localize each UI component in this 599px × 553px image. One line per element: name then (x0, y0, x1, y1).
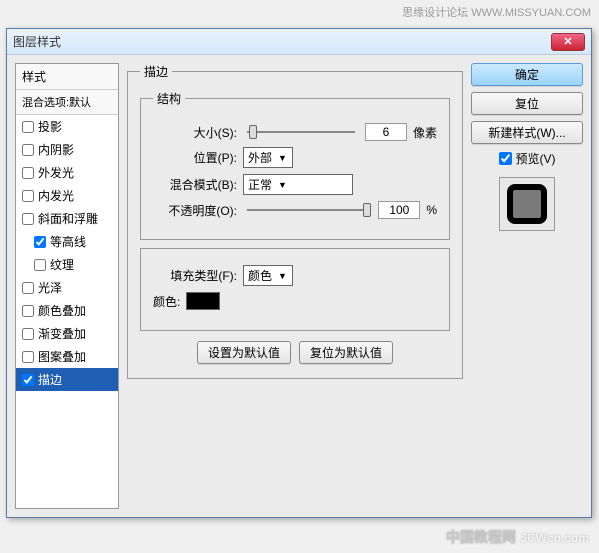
styles-header[interactable]: 样式 (16, 64, 118, 90)
style-item-11[interactable]: 描边 (16, 368, 118, 391)
set-default-button[interactable]: 设置为默认值 (197, 341, 291, 364)
cancel-button[interactable]: 复位 (471, 92, 583, 115)
color-label: 颜色: (153, 293, 180, 310)
style-item-5[interactable]: 等高线 (16, 230, 118, 253)
stroke-fieldset: 描边 结构 大小(S): 像素 位置(P): 外部 ▼ (127, 63, 463, 379)
style-item-label: 颜色叠加 (38, 302, 86, 319)
position-value: 外部 (248, 149, 272, 166)
preview-box (499, 177, 555, 231)
style-item-6[interactable]: 纹理 (16, 253, 118, 276)
stroke-legend: 描边 (140, 63, 172, 80)
blend-options-header[interactable]: 混合选项:默认 (16, 90, 118, 115)
watermark-bottom: 中国教程网 JCWcn.com (446, 527, 589, 547)
style-item-label: 投影 (38, 118, 62, 135)
style-checkbox[interactable] (34, 236, 46, 248)
style-item-4[interactable]: 斜面和浮雕 (16, 207, 118, 230)
style-item-3[interactable]: 内发光 (16, 184, 118, 207)
color-swatch[interactable] (186, 292, 220, 310)
dialog-title: 图层样式 (13, 33, 551, 50)
fill-fieldset: 填充类型(F): 颜色 ▼ 颜色: (140, 248, 450, 331)
preview-thumbnail (507, 184, 547, 224)
style-checkbox[interactable] (34, 259, 46, 271)
structure-legend: 结构 (153, 90, 185, 107)
style-item-label: 光泽 (38, 279, 62, 296)
structure-fieldset: 结构 大小(S): 像素 位置(P): 外部 ▼ (140, 90, 450, 240)
preview-label: 预览(V) (516, 150, 556, 167)
styles-panel: 样式 混合选项:默认 投影内阴影外发光内发光斜面和浮雕等高线纹理光泽颜色叠加渐变… (15, 63, 119, 509)
style-item-label: 纹理 (50, 256, 74, 273)
preview-checkbox[interactable] (499, 152, 512, 165)
style-item-1[interactable]: 内阴影 (16, 138, 118, 161)
style-checkbox[interactable] (22, 190, 34, 202)
style-checkbox[interactable] (22, 351, 34, 363)
style-item-label: 内阴影 (38, 141, 74, 158)
style-checkbox[interactable] (22, 282, 34, 294)
style-item-10[interactable]: 图案叠加 (16, 345, 118, 368)
opacity-slider[interactable] (247, 209, 368, 211)
style-checkbox[interactable] (22, 121, 34, 133)
size-unit: 像素 (413, 124, 437, 141)
style-item-label: 图案叠加 (38, 348, 86, 365)
blend-value: 正常 (248, 176, 272, 193)
size-label: 大小(S): (153, 124, 237, 141)
chevron-down-icon: ▼ (278, 180, 287, 190)
opacity-label: 不透明度(O): (153, 202, 237, 219)
styles-list: 投影内阴影外发光内发光斜面和浮雕等高线纹理光泽颜色叠加渐变叠加图案叠加描边 (16, 115, 118, 508)
reset-default-button[interactable]: 复位为默认值 (299, 341, 393, 364)
fill-type-label: 填充类型(F): (153, 267, 237, 284)
blend-label: 混合模式(B): (153, 176, 237, 193)
chevron-down-icon: ▼ (278, 153, 287, 163)
chevron-down-icon: ▼ (278, 271, 287, 281)
style-item-label: 渐变叠加 (38, 325, 86, 342)
titlebar[interactable]: 图层样式 ✕ (7, 29, 591, 55)
main-panel: 描边 结构 大小(S): 像素 位置(P): 外部 ▼ (127, 63, 463, 509)
size-slider[interactable] (247, 131, 355, 133)
style-item-label: 内发光 (38, 187, 74, 204)
style-item-label: 等高线 (50, 233, 86, 250)
opacity-input[interactable] (378, 201, 420, 219)
style-checkbox[interactable] (22, 328, 34, 340)
fill-type-value: 颜色 (248, 267, 272, 284)
new-style-button[interactable]: 新建样式(W)... (471, 121, 583, 144)
opacity-unit: % (426, 203, 437, 217)
style-item-9[interactable]: 渐变叠加 (16, 322, 118, 345)
style-item-label: 外发光 (38, 164, 74, 181)
fill-type-dropdown[interactable]: 颜色 ▼ (243, 265, 293, 286)
position-label: 位置(P): (153, 149, 237, 166)
position-dropdown[interactable]: 外部 ▼ (243, 147, 293, 168)
layer-style-dialog: 图层样式 ✕ 样式 混合选项:默认 投影内阴影外发光内发光斜面和浮雕等高线纹理光… (6, 28, 592, 518)
size-input[interactable] (365, 123, 407, 141)
style-checkbox[interactable] (22, 305, 34, 317)
style-item-2[interactable]: 外发光 (16, 161, 118, 184)
style-checkbox[interactable] (22, 144, 34, 156)
style-item-label: 描边 (38, 371, 62, 388)
ok-button[interactable]: 确定 (471, 63, 583, 86)
style-item-label: 斜面和浮雕 (38, 210, 98, 227)
style-item-7[interactable]: 光泽 (16, 276, 118, 299)
blend-dropdown[interactable]: 正常 ▼ (243, 174, 353, 195)
style-checkbox[interactable] (22, 374, 34, 386)
close-button[interactable]: ✕ (551, 33, 585, 51)
watermark-top: 思缘设计论坛 WWW.MISSYUAN.COM (402, 4, 591, 20)
style-item-8[interactable]: 颜色叠加 (16, 299, 118, 322)
right-panel: 确定 复位 新建样式(W)... 预览(V) (471, 63, 583, 509)
style-checkbox[interactable] (22, 167, 34, 179)
style-checkbox[interactable] (22, 213, 34, 225)
style-item-0[interactable]: 投影 (16, 115, 118, 138)
